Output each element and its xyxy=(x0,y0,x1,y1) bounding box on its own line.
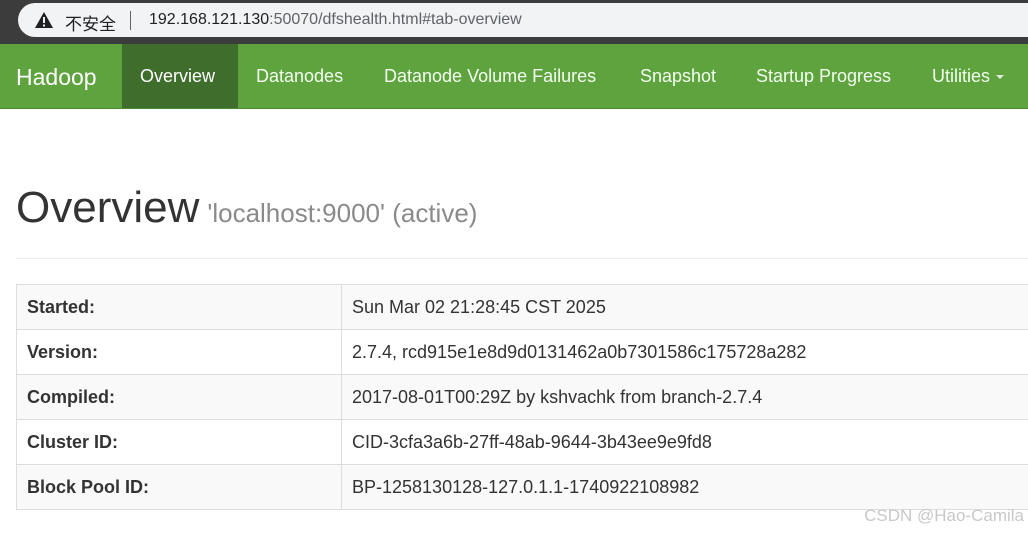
title-divider xyxy=(16,258,1028,259)
page-title-text: Overview xyxy=(16,183,200,232)
table-row: Version: 2.7.4, rcd915e1e8d9d0131462a0b7… xyxy=(16,329,1028,375)
page-subtitle: 'localhost:9000' (active) xyxy=(207,198,478,228)
table-row: Started: Sun Mar 02 21:28:45 CST 2025 xyxy=(16,284,1028,330)
nav-tab-snapshot[interactable]: Snapshot xyxy=(622,44,734,108)
row-value: BP-1258130128-127.0.1.1-1740922108982 xyxy=(341,464,1028,510)
row-key: Compiled: xyxy=(16,374,342,420)
page-title: Overview'localhost:9000' (active) xyxy=(16,183,477,233)
brand-logo[interactable]: Hadoop xyxy=(16,64,97,91)
table-row: Cluster ID: CID-3cfa3a6b-27ff-48ab-9644-… xyxy=(16,419,1028,465)
nav-tab-startup-progress[interactable]: Startup Progress xyxy=(738,44,909,108)
top-navbar: Hadoop Overview Datanodes Datanode Volum… xyxy=(0,44,1028,109)
nav-tab-datanode-volume-failures[interactable]: Datanode Volume Failures xyxy=(366,44,614,108)
url-separator xyxy=(130,11,131,30)
table-row: Block Pool ID: BP-1258130128-127.0.1.1-1… xyxy=(16,464,1028,510)
nav-tab-datanodes[interactable]: Datanodes xyxy=(238,44,361,108)
row-key: Cluster ID: xyxy=(16,419,342,465)
row-value: 2.7.4, rcd915e1e8d9d0131462a0b7301586c17… xyxy=(341,329,1028,375)
row-key: Started: xyxy=(16,284,342,330)
url-path: :50070/dfshealth.html#tab-overview xyxy=(269,11,522,28)
insecure-label[interactable]: 不安全 xyxy=(65,10,116,35)
watermark: CSDN @Hao-Camila xyxy=(864,506,1024,525)
url-host: 192.168.121.130 xyxy=(149,11,270,28)
row-value: CID-3cfa3a6b-27ff-48ab-9644-3b43ee9e9fd8 xyxy=(341,419,1028,465)
table-row: Compiled: 2017-08-01T00:29Z by kshvachk … xyxy=(16,374,1028,420)
nav-tab-utilities[interactable]: Utilities xyxy=(914,44,1022,108)
row-key: Version: xyxy=(16,329,342,375)
caret-down-icon xyxy=(996,75,1005,80)
row-value: Sun Mar 02 21:28:45 CST 2025 xyxy=(341,284,1028,330)
browser-address-bar: 不安全 192.168.121.130:50070/dfshealth.html… xyxy=(0,0,1028,44)
nav-tab-utilities-label: Utilities xyxy=(932,66,991,86)
url-omnibox[interactable]: 不安全 192.168.121.130:50070/dfshealth.html… xyxy=(18,3,1028,37)
url-text[interactable]: 192.168.121.130:50070/dfshealth.html#tab… xyxy=(149,11,522,29)
row-value: 2017-08-01T00:29Z by kshvachk from branc… xyxy=(341,374,1028,420)
warning-icon[interactable] xyxy=(34,11,54,29)
nav-tab-overview[interactable]: Overview xyxy=(122,44,238,108)
overview-info-table: Started: Sun Mar 02 21:28:45 CST 2025 Ve… xyxy=(16,284,1028,510)
row-key: Block Pool ID: xyxy=(16,464,342,510)
